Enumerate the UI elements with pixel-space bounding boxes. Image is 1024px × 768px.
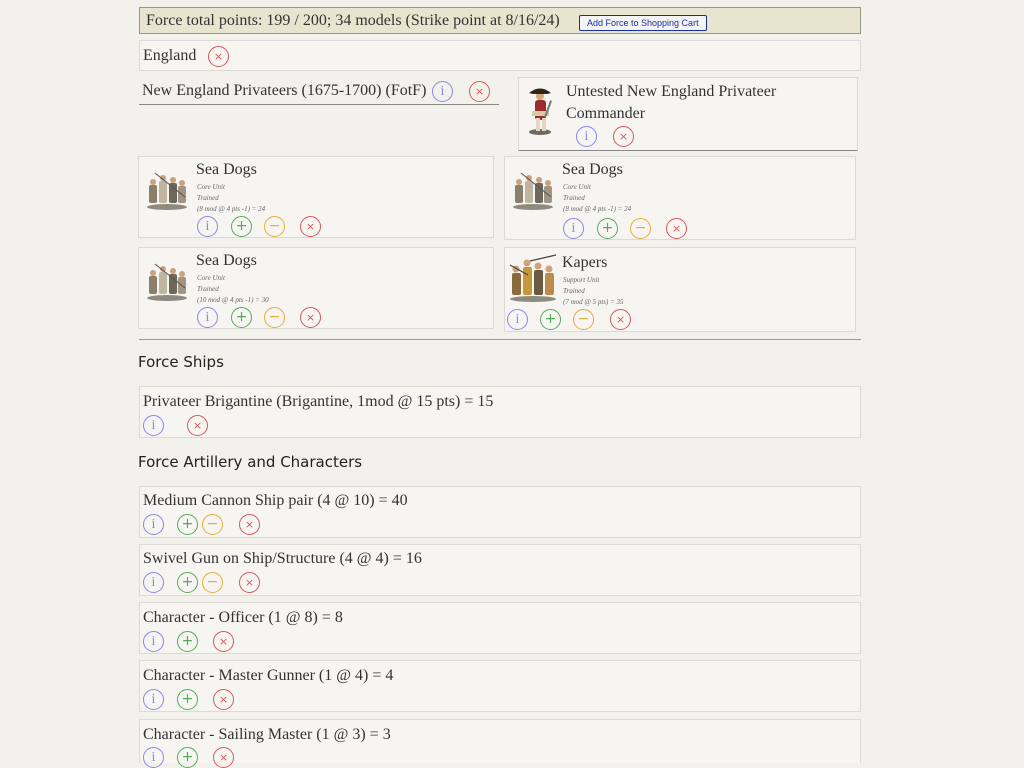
- artillery-info-button[interactable]: i: [143, 514, 164, 535]
- unit-type: Core Unit: [197, 183, 225, 191]
- unit-remove-model-button[interactable]: −: [573, 309, 594, 330]
- ship-label: Privateer Brigantine (Brigantine, 1mod @…: [143, 393, 494, 410]
- remove-unit-button[interactable]: ×: [300, 216, 321, 237]
- unit-figures-image: [508, 253, 558, 303]
- unit-info-button[interactable]: i: [197, 307, 218, 328]
- unit-remove-model-button[interactable]: −: [630, 218, 651, 239]
- unit-points-calc: (7 mod @ 5 pts) = 35: [563, 298, 624, 306]
- unit-points-calc: (8 mod @ 4 pts -1) = 24: [197, 205, 266, 213]
- unit-add-model-button[interactable]: +: [540, 309, 561, 330]
- add-to-cart-button[interactable]: Add Force to Shopping Cart: [579, 15, 707, 31]
- unit-figures-image: [145, 260, 189, 302]
- artillery-add-button[interactable]: +: [177, 514, 198, 535]
- nation-name: England: [143, 47, 197, 64]
- unit-training: Trained: [563, 287, 585, 295]
- section-divider: [139, 339, 861, 340]
- unit-remove-model-button[interactable]: −: [264, 216, 285, 237]
- artillery-row: Medium Cannon Ship pair (4 @ 10) = 40 i …: [139, 486, 861, 538]
- artillery-info-button[interactable]: i: [143, 572, 164, 593]
- remove-unit-button[interactable]: ×: [610, 309, 631, 330]
- artillery-label: Medium Cannon Ship pair (4 @ 10) = 40: [143, 492, 408, 509]
- unit-points-calc: (8 mod @ 4 pts -1) = 24: [563, 205, 632, 213]
- force-name: New England Privateers (1675-1700) (FotF…: [142, 82, 427, 99]
- remove-artillery-button[interactable]: ×: [239, 514, 260, 535]
- unit-training: Trained: [563, 194, 585, 202]
- character-label: Character - Officer (1 @ 8) = 8: [143, 609, 343, 626]
- remove-character-button[interactable]: ×: [213, 689, 234, 710]
- unit-name: Kapers: [562, 254, 608, 271]
- unit-card: Sea Dogs Core Unit Trained (10 mod @ 4 p…: [138, 247, 494, 329]
- unit-name: Sea Dogs: [196, 252, 257, 269]
- character-row: Character - Sailing Master (1 @ 3) = 3 i…: [139, 719, 861, 768]
- remove-nation-button[interactable]: ×: [208, 46, 229, 67]
- unit-type: Core Unit: [197, 274, 225, 282]
- unit-training: Trained: [197, 285, 219, 293]
- character-add-button[interactable]: +: [177, 747, 198, 768]
- unit-type: Core Unit: [563, 183, 591, 191]
- unit-type: Support Unit: [563, 276, 600, 284]
- commander-name-line1: Untested New England Privateer: [566, 83, 777, 100]
- character-info-button[interactable]: i: [143, 689, 164, 710]
- force-row: New England Privateers (1675-1700) (FotF…: [139, 78, 499, 105]
- remove-artillery-button[interactable]: ×: [239, 572, 260, 593]
- unit-add-model-button[interactable]: +: [597, 218, 618, 239]
- remove-commander-button[interactable]: ×: [613, 126, 634, 147]
- artillery-heading: Force Artillery and Characters: [138, 453, 363, 471]
- artillery-row: Swivel Gun on Ship/Structure (4 @ 4) = 1…: [139, 544, 861, 596]
- commander-card: Untested New England Privateer Commander…: [518, 77, 858, 151]
- character-label: Character - Master Gunner (1 @ 4) = 4: [143, 667, 394, 684]
- character-add-button[interactable]: +: [177, 689, 198, 710]
- unit-figures-image: [511, 169, 555, 211]
- unit-card: Kapers Support Unit Trained (7 mod @ 5 p…: [504, 247, 856, 332]
- remove-character-button[interactable]: ×: [213, 631, 234, 652]
- unit-info-button[interactable]: i: [507, 309, 528, 330]
- character-info-button[interactable]: i: [143, 631, 164, 652]
- unit-info-button[interactable]: i: [197, 216, 218, 237]
- unit-add-model-button[interactable]: +: [231, 307, 252, 328]
- ship-row: Privateer Brigantine (Brigantine, 1mod @…: [139, 386, 861, 438]
- character-row: Character - Officer (1 @ 8) = 8 i + ×: [139, 602, 861, 654]
- remove-ship-button[interactable]: ×: [187, 415, 208, 436]
- nation-row: England ×: [139, 40, 861, 71]
- ship-info-button[interactable]: i: [143, 415, 164, 436]
- unit-figures-image: [145, 169, 189, 211]
- character-label: Character - Sailing Master (1 @ 3) = 3: [143, 726, 391, 743]
- unit-training: Trained: [197, 194, 219, 202]
- artillery-subtract-button[interactable]: −: [202, 572, 223, 593]
- character-row: Character - Master Gunner (1 @ 4) = 4 i …: [139, 660, 861, 712]
- remove-unit-button[interactable]: ×: [666, 218, 687, 239]
- character-add-button[interactable]: +: [177, 631, 198, 652]
- unit-name: Sea Dogs: [562, 161, 623, 178]
- remove-unit-button[interactable]: ×: [300, 307, 321, 328]
- unit-add-model-button[interactable]: +: [231, 216, 252, 237]
- remove-character-button[interactable]: ×: [213, 747, 234, 768]
- artillery-add-button[interactable]: +: [177, 572, 198, 593]
- unit-info-button[interactable]: i: [563, 218, 584, 239]
- commander-name-line2: Commander: [566, 105, 646, 122]
- force-summary-bar: Force total points: 199 / 200; 34 models…: [139, 7, 861, 34]
- unit-name: Sea Dogs: [196, 161, 257, 178]
- commander-info-button[interactable]: i: [576, 126, 597, 147]
- remove-force-button[interactable]: ×: [469, 81, 490, 102]
- force-info-button[interactable]: i: [432, 81, 453, 102]
- ships-heading: Force Ships: [138, 353, 224, 371]
- force-total-points: Force total points: 199 / 200; 34 models…: [146, 12, 560, 29]
- commander-figure-image: [523, 84, 557, 136]
- unit-points-calc: (10 mod @ 4 pts -1) = 30: [197, 296, 269, 304]
- artillery-label: Swivel Gun on Ship/Structure (4 @ 4) = 1…: [143, 550, 422, 567]
- artillery-subtract-button[interactable]: −: [202, 514, 223, 535]
- unit-card: Sea Dogs Core Unit Trained (8 mod @ 4 pt…: [504, 156, 856, 240]
- unit-remove-model-button[interactable]: −: [264, 307, 285, 328]
- unit-card: Sea Dogs Core Unit Trained (8 mod @ 4 pt…: [138, 156, 494, 238]
- character-info-button[interactable]: i: [143, 747, 164, 768]
